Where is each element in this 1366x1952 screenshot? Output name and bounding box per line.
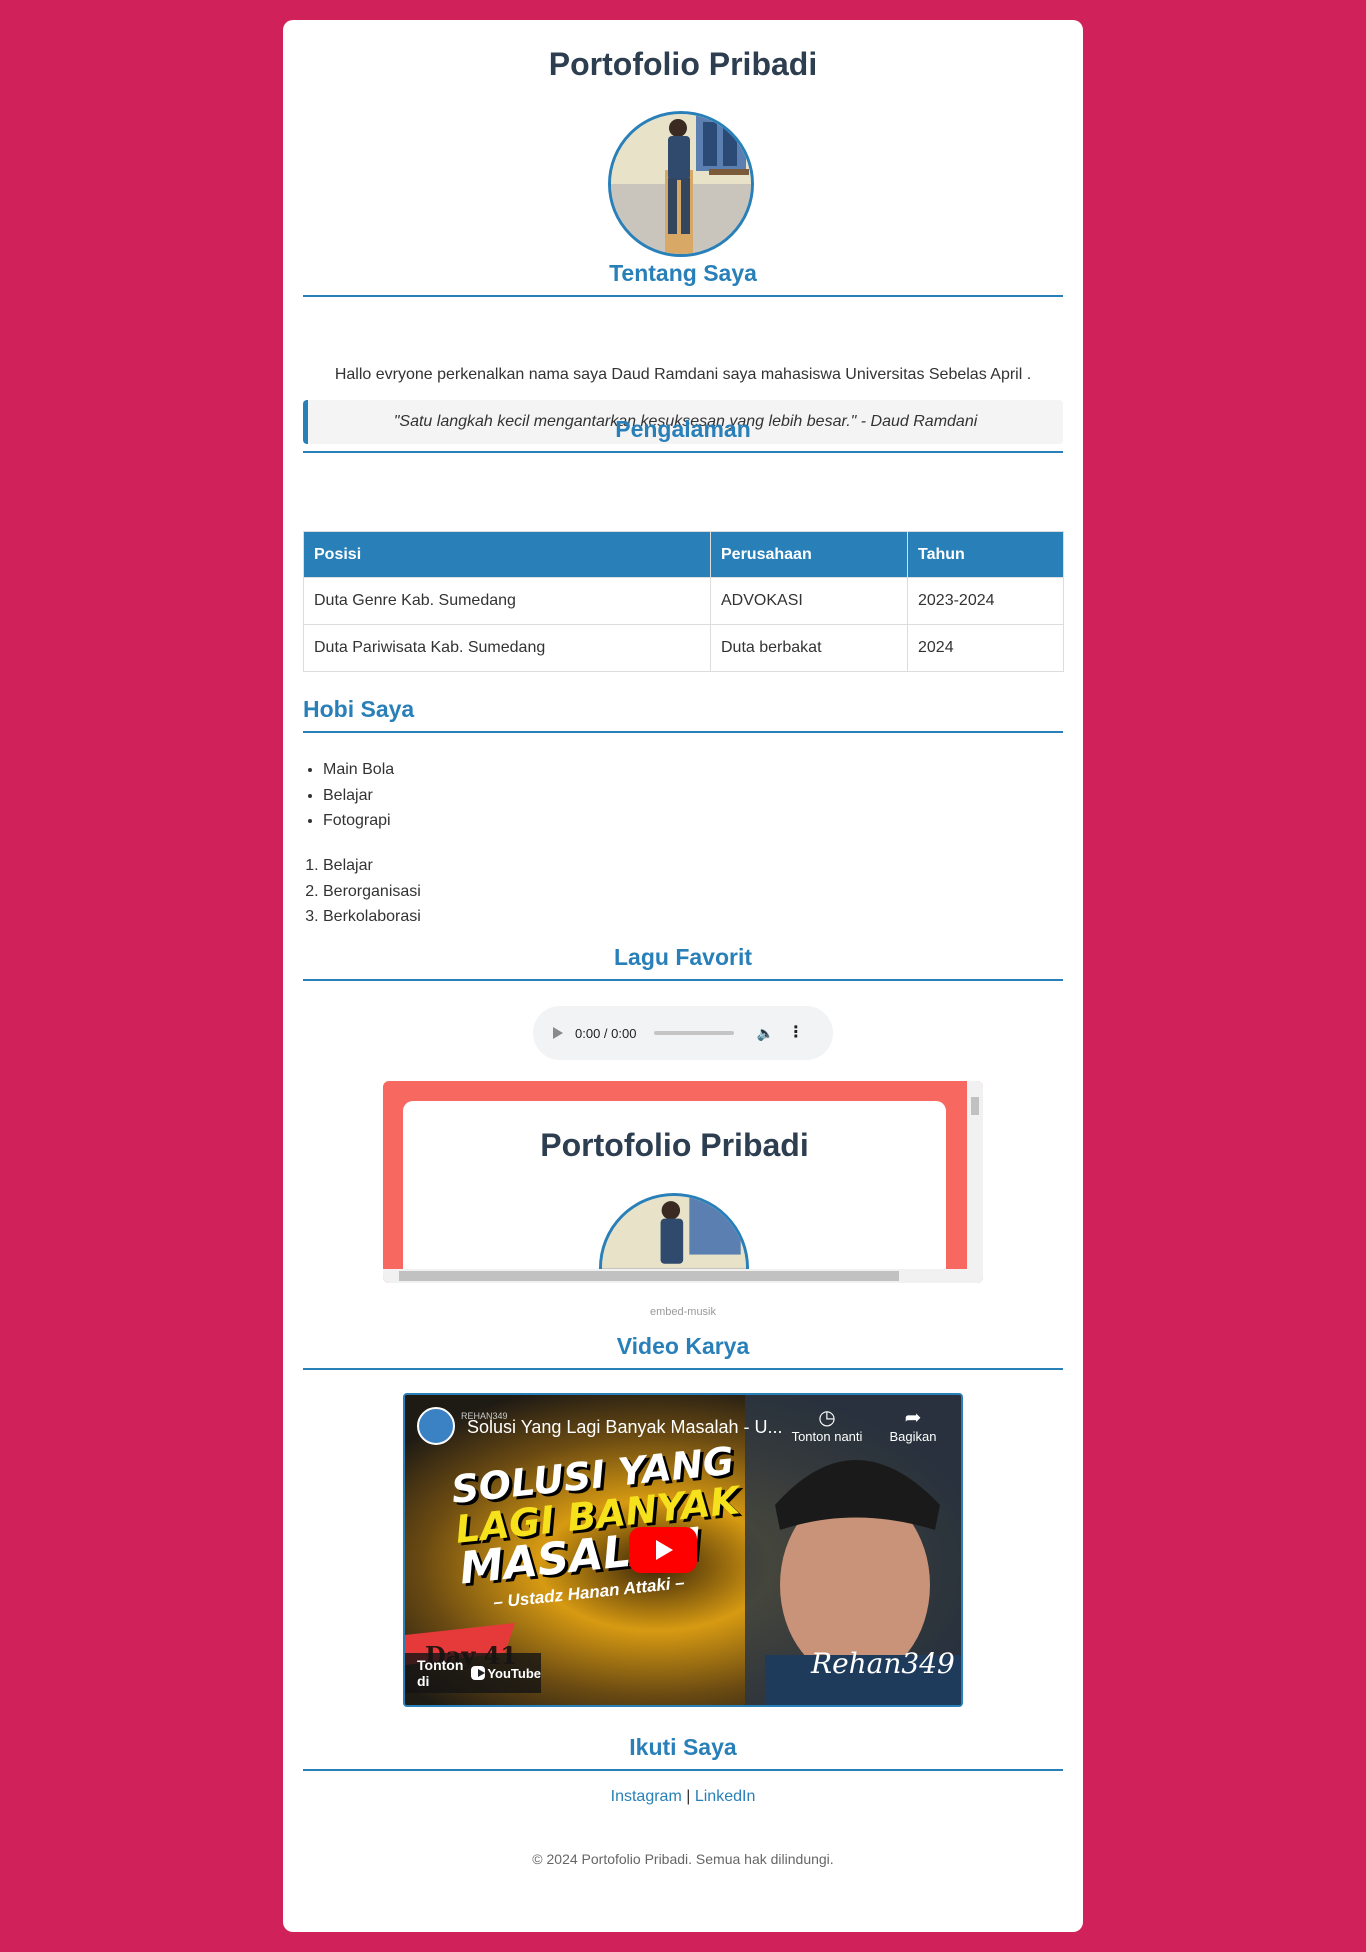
play-button[interactable] — [629, 1527, 697, 1573]
list-item: Belajar — [323, 783, 394, 809]
portfolio-card: Portofolio Pribadi Tentang Saya Hallo ev… — [283, 20, 1083, 1932]
follow-heading: Ikuti Saya — [303, 1734, 1063, 1771]
linkedin-link[interactable]: LinkedIn — [695, 1788, 756, 1805]
cell-posisi: Duta Pariwisata Kab. Sumedang — [303, 624, 711, 672]
experience-table: Posisi Perusahaan Tahun Duta Genre Kab. … — [303, 531, 1064, 672]
youtube-logo-icon — [471, 1666, 486, 1680]
hobbies-heading: Hobi Saya — [303, 696, 1063, 733]
share-button[interactable]: ➦ Bagikan — [883, 1407, 943, 1444]
cell-tahun: 2024 — [907, 624, 1064, 672]
about-heading: Tentang Saya — [303, 260, 1063, 297]
play-icon[interactable] — [553, 1027, 563, 1039]
share-icon: ➦ — [904, 1407, 922, 1429]
audio-player[interactable]: 0:00 / 0:00 🔈 ⋮ — [533, 1006, 833, 1060]
clock-icon: ◷ — [818, 1407, 836, 1429]
play-icon — [656, 1540, 673, 1560]
watch-on-youtube-button[interactable]: Tonton di YouTube — [405, 1653, 541, 1693]
column-header-perusahaan: Perusahaan — [710, 531, 908, 578]
thumbnail-headline: SOLUSI YANG LAGI BANYAK MASALAH — [449, 1439, 746, 1595]
video-heading: Video Karya — [303, 1333, 1063, 1370]
hobby-numbered-list: Belajar Berorganisasi Berkolaborasi — [303, 853, 421, 930]
list-item: Main Bola — [323, 757, 394, 783]
list-item: Berorganisasi — [323, 879, 421, 905]
table-row: Duta Genre Kab. Sumedang ADVOKASI 2023-2… — [303, 577, 1064, 625]
watch-on-label: Tonton di — [417, 1657, 464, 1689]
share-label: Bagikan — [889, 1429, 937, 1444]
channel-avatar[interactable] — [417, 1407, 455, 1445]
table-header-row: Posisi Perusahaan Tahun — [303, 531, 1064, 578]
video-embed[interactable]: REHAN349 Solusi Yang Lagi Banyak Masalah… — [403, 1393, 963, 1707]
scrollbar-thumb[interactable] — [399, 1271, 899, 1281]
list-item: Belajar — [323, 853, 421, 879]
video-title[interactable]: Solusi Yang Lagi Banyak Masalah - U... — [467, 1417, 783, 1438]
column-header-tahun: Tahun — [907, 531, 1064, 578]
cell-perusahaan: Duta berbakat — [710, 624, 908, 672]
audio-progress-bar[interactable] — [654, 1031, 735, 1035]
column-header-posisi: Posisi — [303, 531, 711, 578]
instagram-link[interactable]: Instagram — [611, 1788, 682, 1805]
experience-heading: Pengalaman — [303, 416, 1063, 453]
more-options-icon[interactable]: ⋮ — [788, 1025, 804, 1041]
cell-tahun: 2023-2024 — [907, 577, 1064, 625]
embed-vertical-scrollbar[interactable] — [967, 1081, 983, 1269]
audio-time: 0:00 / 0:00 — [575, 1025, 637, 1041]
embed-horizontal-scrollbar[interactable] — [383, 1269, 983, 1283]
list-item: Berkolaborasi — [323, 904, 421, 930]
music-heading: Lagu Favorit — [303, 944, 1063, 981]
embed-caption: embed-musik — [649, 1306, 717, 1318]
table-row: Duta Pariwisata Kab. Sumedang Duta berba… — [303, 624, 1064, 672]
profile-photo-image — [611, 114, 751, 254]
footer-copyright: © 2024 Portofolio Pribadi. Semua hak dil… — [532, 1851, 834, 1867]
profile-photo — [608, 111, 754, 257]
link-separator: | — [686, 1788, 691, 1805]
embed-content: Portofolio Pribadi — [403, 1101, 946, 1283]
watch-later-label: Tonton nanti — [791, 1429, 863, 1444]
watch-later-button[interactable]: ◷ Tonton nanti — [789, 1407, 865, 1444]
list-item: Fotograpi — [323, 808, 394, 834]
youtube-wordmark: YouTube — [487, 1665, 541, 1681]
page-title: Portofolio Pribadi — [548, 46, 818, 82]
thumbnail-signature: Rehan349 — [811, 1647, 955, 1680]
embed-title: Portofolio Pribadi — [540, 1127, 809, 1163]
cell-posisi: Duta Genre Kab. Sumedang — [303, 577, 711, 625]
volume-icon[interactable]: 🔈 — [756, 1025, 773, 1042]
hobby-bullet-list: Main Bola Belajar Fotograpi — [303, 757, 394, 834]
cell-perusahaan: ADVOKASI — [710, 577, 908, 625]
scrollbar-thumb[interactable] — [971, 1097, 979, 1115]
embed-frame[interactable]: Portofolio Pribadi — [383, 1081, 983, 1283]
about-text: Hallo evryone perkenalkan nama saya Daud… — [334, 366, 1032, 383]
social-links: Instagram | LinkedIn — [283, 1788, 1083, 1806]
